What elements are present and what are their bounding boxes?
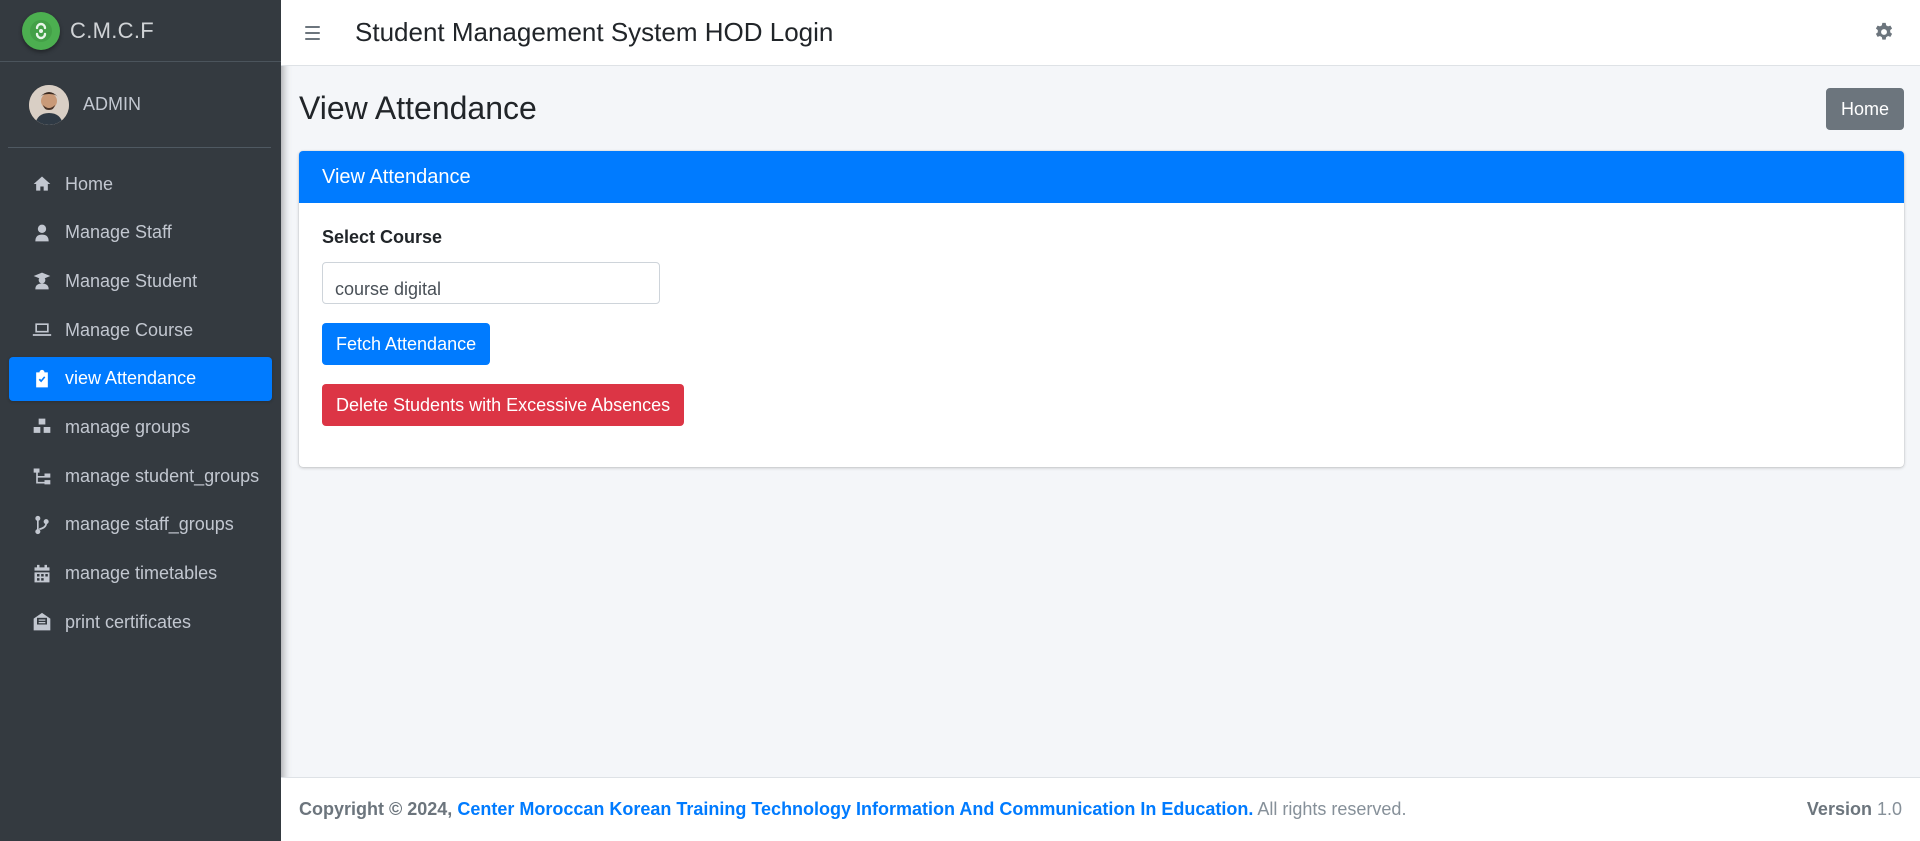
sidebar-item-label: Home: [65, 173, 114, 194]
top-navbar: Student Management System HOD Login: [281, 0, 1920, 66]
sidebar-item-label: Manage Staff: [65, 222, 172, 243]
sidebar-item-manage-timetables[interactable]: manage timetables: [9, 552, 272, 596]
sitemap-icon: [31, 465, 53, 487]
user-name[interactable]: ADMIN: [83, 94, 141, 115]
brand-name: C.M.C.F: [70, 17, 154, 43]
sidebar-item-label: manage groups: [65, 416, 191, 437]
user-panel[interactable]: ADMIN: [8, 62, 271, 148]
clipboard-check-icon: [31, 368, 53, 390]
code-branch-icon: [31, 514, 53, 536]
sidebar-item-label: manage staff_groups: [65, 514, 234, 535]
laptop-icon: [31, 319, 53, 341]
attendance-card: View Attendance Select Course course dig…: [299, 151, 1904, 467]
fetch-attendance-button[interactable]: Fetch Attendance: [322, 323, 491, 365]
course-select-value: course digital: [335, 279, 442, 299]
sidebar-item-label: Manage Student: [65, 270, 198, 291]
menu-toggle-icon[interactable]: [305, 25, 327, 40]
avatar: [29, 84, 69, 125]
card-title: View Attendance: [299, 151, 1904, 203]
sidebar-item-label: Manage Course: [65, 319, 194, 340]
delete-absent-students-button[interactable]: Delete Students with Excessive Absences: [322, 384, 685, 426]
sidebar-item-manage-student[interactable]: Manage Student: [9, 259, 272, 303]
footer: Copyright © 2024, Center Moroccan Korean…: [281, 777, 1920, 841]
sidebar-item-manage-course[interactable]: Manage Course: [9, 308, 272, 352]
home-button[interactable]: Home: [1825, 88, 1904, 130]
gear-icon[interactable]: [1874, 22, 1894, 42]
envelope-open-text-icon: [31, 611, 53, 633]
rights-text: All rights reserved.: [1257, 799, 1407, 819]
sidebar: C.M.C.F ADMIN Home Manage Staff Manage S…: [0, 0, 281, 841]
sidebar-item-manage-student-groups[interactable]: manage student_groups: [9, 454, 272, 498]
version-label: Version: [1806, 799, 1872, 819]
sidebar-item-manage-groups[interactable]: manage groups: [9, 405, 272, 449]
sidebar-item-label: print certificates: [65, 611, 192, 632]
brand-logo-icon: [22, 11, 60, 50]
select-course-label: Select Course: [322, 227, 443, 247]
copyright-prefix: Copyright © 2024,: [299, 799, 453, 819]
card-body: Select Course course digital Fetch Atten…: [299, 203, 1904, 450]
cubes-icon: [31, 416, 53, 438]
organization-link[interactable]: Center Moroccan Korean Training Technolo…: [457, 799, 1253, 819]
page-title: View Attendance: [299, 89, 537, 126]
home-icon: [31, 173, 53, 195]
sidebar-item-label: manage timetables: [65, 563, 218, 583]
footer-version: Version 1.0: [1807, 799, 1902, 820]
brand-link[interactable]: C.M.C.F: [0, 0, 281, 62]
sidebar-item-home[interactable]: Home: [9, 162, 272, 206]
course-select[interactable]: course digital: [322, 262, 660, 304]
sidebar-item-print-certificates[interactable]: print certificates: [9, 600, 272, 644]
main-content: View Attendance Home View Attendance Sel…: [281, 66, 1920, 777]
footer-copyright: Copyright © 2024, Center Moroccan Korean…: [299, 799, 1406, 820]
sidebar-item-label: manage student_groups: [65, 465, 260, 486]
sidebar-item-manage-staff-groups[interactable]: manage staff_groups: [9, 503, 272, 547]
content-header: View Attendance Home: [281, 66, 1920, 152]
sidebar-item-manage-staff[interactable]: Manage Staff: [9, 211, 272, 255]
calendar-icon: [31, 563, 53, 585]
sidebar-item-label: view Attendance: [65, 368, 197, 389]
graduate-icon: [31, 270, 53, 292]
header-title: Student Management System HOD Login: [355, 17, 834, 47]
sidebar-nav: Home Manage Staff Manage Student Manage …: [0, 148, 281, 644]
user-tie-icon: [31, 222, 53, 244]
sidebar-item-view-attendance[interactable]: view Attendance: [9, 356, 272, 401]
version-value: 1.0: [1876, 799, 1902, 819]
